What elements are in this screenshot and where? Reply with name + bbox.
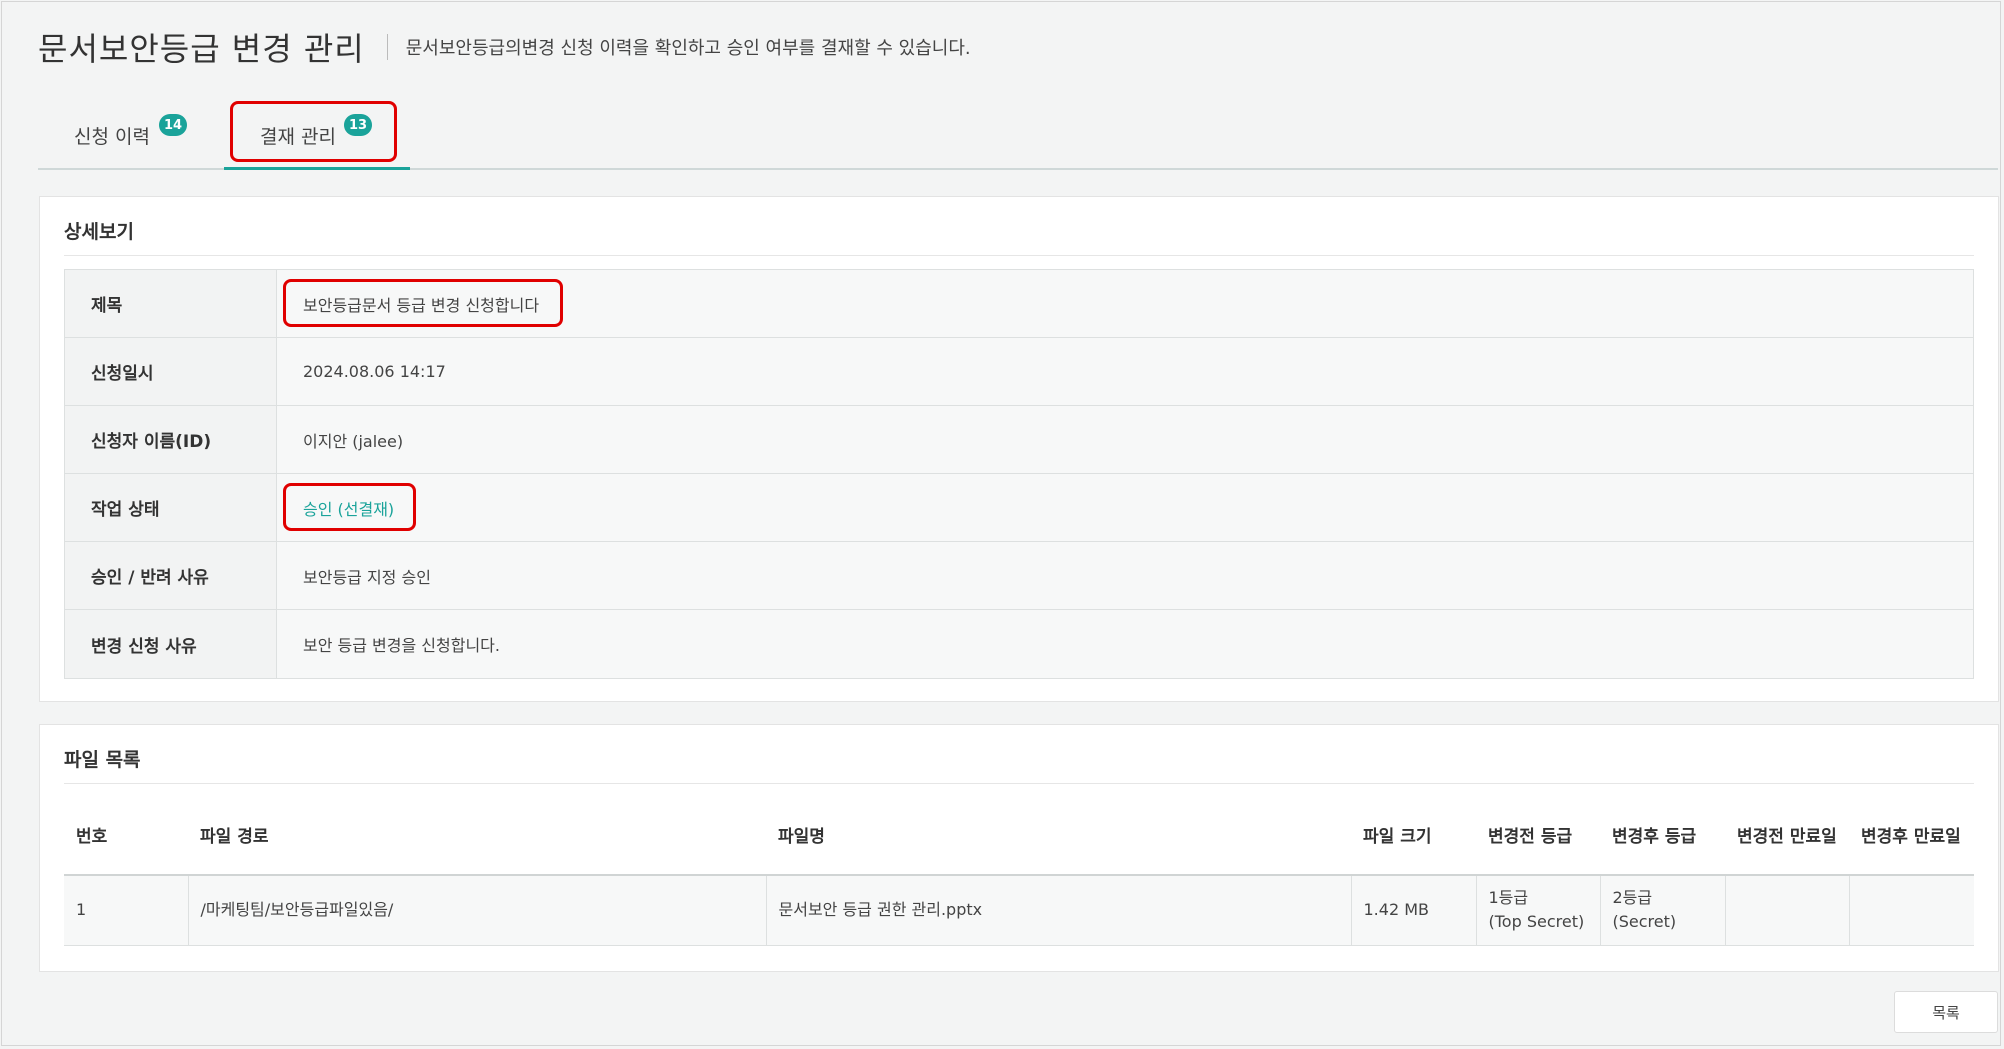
page-title: 문서보안등급 변경 관리 [38, 30, 365, 68]
file-list-heading: 파일 목록 [64, 749, 141, 771]
title-divider [386, 34, 388, 60]
column-header-no: 번호 [64, 795, 188, 876]
approval-reason-value: 보안등급 지정 승인 [277, 542, 1973, 609]
row-label: 변경 신청 사유 [65, 610, 277, 678]
column-header-expiry-after: 변경후 만료일 [1849, 795, 1974, 876]
file-table: 번호 파일 경로 파일명 파일 크기 변경전 등급 변경후 등급 변경전 만료일… [64, 795, 1974, 946]
column-header-filename: 파일명 [766, 795, 1351, 876]
grade-level: 2등급 [1612, 888, 1653, 908]
divider [64, 255, 1974, 256]
grade-name: (Secret) [1612, 912, 1677, 932]
row-label: 작업 상태 [65, 474, 277, 541]
table-row: 1 /마케팅팀/보안등급파일있음/ 문서보안 등급 권한 관리.pptx 1.4… [64, 875, 1974, 946]
detail-row-change-reason: 변경 신청 사유 보안 등급 변경을 신청합니다. [65, 610, 1973, 678]
row-label: 승인 / 반려 사유 [65, 542, 277, 609]
cell-path: /마케팅팀/보안등급파일있음/ [188, 875, 767, 946]
detail-heading: 상세보기 [64, 221, 134, 243]
row-label: 제목 [65, 270, 277, 337]
divider [64, 783, 1974, 784]
file-list-card: 파일 목록 번호 파일 경로 파일명 파일 크기 변경전 등급 변경후 등급 변… [39, 724, 1999, 972]
page-description: 문서보안등급의변경 신청 이력을 확인하고 승인 여부를 결재할 수 있습니다. [405, 38, 971, 59]
highlight-box-title [283, 279, 563, 327]
column-header-size: 파일 크기 [1351, 795, 1476, 876]
column-header-grade-after: 변경후 등급 [1600, 795, 1725, 876]
cell-expiry-after [1849, 875, 1974, 946]
change-reason-value: 보안 등급 변경을 신청합니다. [277, 610, 1973, 678]
column-header-grade-before: 변경전 등급 [1476, 795, 1600, 876]
status-value: 승인 (선결재) [277, 474, 1973, 541]
cell-expiry-before [1725, 875, 1850, 946]
tab-label: 신청 이력 [74, 126, 150, 148]
detail-card: 상세보기 제목 보안등급문서 등급 변경 신청합니다 신청일시 2024.08.… [39, 196, 1999, 702]
requester-value: 이지안 (jalee) [277, 406, 1973, 473]
row-label: 신청일시 [65, 338, 277, 405]
count-badge: 14 [159, 114, 187, 136]
cell-size: 1.42 MB [1351, 875, 1477, 946]
cell-grade-before: 1등급 (Top Secret) [1476, 875, 1601, 946]
table-header-row: 번호 파일 경로 파일명 파일 크기 변경전 등급 변경후 등급 변경전 만료일… [64, 795, 1974, 876]
cell-filename: 문서보안 등급 권한 관리.pptx [766, 875, 1352, 946]
column-header-expiry-before: 변경전 만료일 [1725, 795, 1849, 876]
column-header-path: 파일 경로 [188, 795, 766, 876]
row-label: 신청자 이름(ID) [65, 406, 277, 473]
list-button[interactable]: 목록 [1894, 991, 1998, 1033]
cell-no: 1 [64, 875, 189, 946]
highlight-box-status [283, 483, 416, 531]
date-value: 2024.08.06 14:17 [277, 338, 1973, 405]
detail-row-requester: 신청자 이름(ID) 이지안 (jalee) [65, 406, 1973, 474]
detail-row-approval-reason: 승인 / 반려 사유 보안등급 지정 승인 [65, 542, 1973, 610]
detail-table: 제목 보안등급문서 등급 변경 신청합니다 신청일시 2024.08.06 14… [64, 269, 1974, 679]
grade-level: 1등급 [1488, 888, 1529, 908]
page-header: 문서보안등급 변경 관리 문서보안등급의변경 신청 이력을 확인하고 승인 여부… [38, 24, 971, 70]
grade-name: (Top Secret) [1488, 912, 1585, 932]
highlight-box-tab [230, 101, 397, 162]
cell-grade-after: 2등급 (Secret) [1600, 875, 1726, 946]
tab-request-history[interactable]: 신청 이력 14 [38, 98, 188, 168]
detail-row-date: 신청일시 2024.08.06 14:17 [65, 338, 1973, 406]
app-frame: 문서보안등급 변경 관리 문서보안등급의변경 신청 이력을 확인하고 승인 여부… [1, 1, 2001, 1046]
